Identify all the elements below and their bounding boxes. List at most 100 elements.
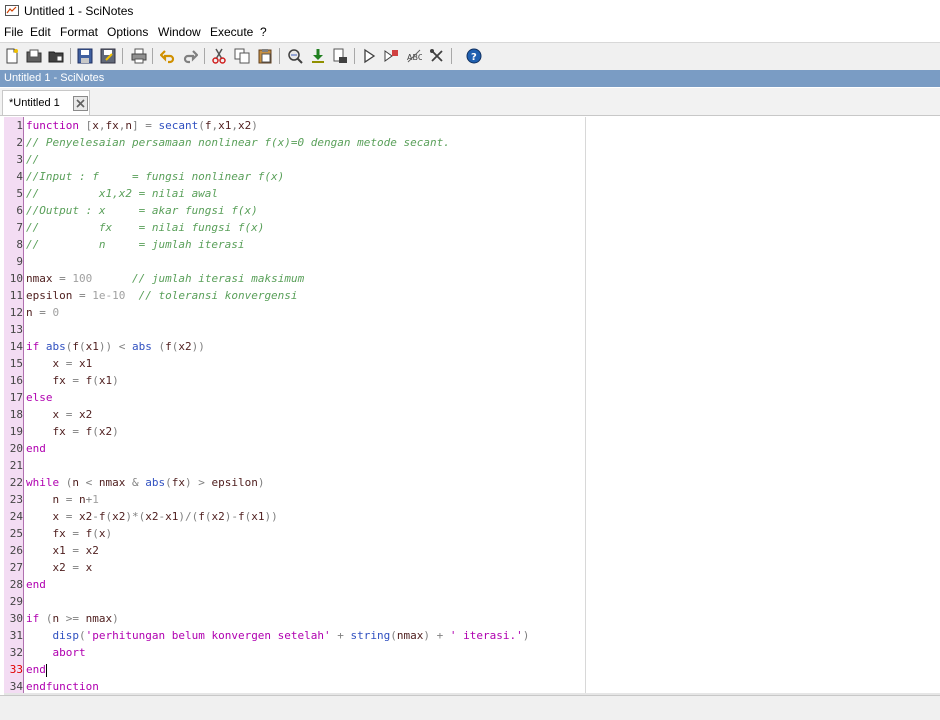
load-into-scilab-icon[interactable] bbox=[331, 47, 349, 65]
code-line[interactable]: else bbox=[26, 389, 53, 406]
code-line[interactable]: if abs(f(x1)) < abs (f(x2)) bbox=[26, 338, 205, 355]
code-line[interactable]: x = x2-f(x2)*(x2-x1)/(f(x2)-f(x1)) bbox=[26, 508, 278, 525]
copy-icon[interactable] bbox=[233, 47, 251, 65]
line-number-gutter: 1 2 3 4 5 6 7 8 9 10 11 12 13 14 15 16 17 18 19 20 21 22 23 24 2… bbox=[4, 117, 24, 693]
code-line[interactable]: fx = f(x2) bbox=[26, 423, 119, 440]
svg-text:?: ? bbox=[471, 52, 477, 63]
run-icon[interactable] bbox=[360, 47, 378, 65]
line-number: 17 bbox=[9, 391, 23, 404]
code-line[interactable]: nmax = 100 // jumlah iterasi maksimum bbox=[26, 270, 304, 287]
new-file-icon[interactable] bbox=[3, 47, 21, 65]
abc-icon[interactable]: ABC bbox=[405, 47, 423, 65]
code-line[interactable]: function [x,fx,n] = secant(f,x1,x2) bbox=[26, 117, 258, 134]
line-number: 27 bbox=[9, 561, 23, 574]
menu-execute[interactable]: Execute bbox=[210, 25, 253, 39]
code-line[interactable]: x2 = x bbox=[26, 559, 93, 576]
title-bar: Untitled 1 - SciNotes bbox=[0, 0, 940, 22]
code-area[interactable]: function [x,fx,n] = secant(f,x1,x2)// Pe… bbox=[26, 117, 581, 693]
right-margin-line bbox=[585, 117, 586, 693]
tab-strip: *Untitled 1 bbox=[0, 88, 940, 116]
line-number: 7 bbox=[16, 221, 23, 234]
line-number: 19 bbox=[9, 425, 23, 438]
line-number: 10 bbox=[9, 272, 23, 285]
line-number: 29 bbox=[9, 595, 23, 608]
document-title-bar: Untitled 1 - SciNotes bbox=[0, 70, 940, 87]
open-file-icon[interactable] bbox=[25, 47, 43, 65]
line-number: 8 bbox=[16, 238, 23, 251]
execute-file-icon[interactable] bbox=[309, 47, 327, 65]
code-line[interactable]: epsilon = 1e-10 // toleransi konvergensi bbox=[26, 287, 298, 304]
code-line[interactable]: // bbox=[26, 151, 39, 168]
close-tab-icon[interactable] bbox=[73, 96, 88, 111]
code-line[interactable]: // n = jumlah iterasi bbox=[26, 236, 245, 253]
print-icon[interactable] bbox=[130, 47, 148, 65]
line-number: 23 bbox=[9, 493, 23, 506]
tab-label: *Untitled 1 bbox=[9, 97, 60, 109]
code-line[interactable]: x = x1 bbox=[26, 355, 93, 372]
code-line[interactable]: fx = f(x1) bbox=[26, 372, 119, 389]
save-icon[interactable] bbox=[76, 47, 94, 65]
code-line[interactable]: n = n+1 bbox=[26, 491, 99, 508]
menu-format[interactable]: Format bbox=[60, 25, 98, 39]
line-number: 16 bbox=[9, 374, 23, 387]
code-line[interactable]: //Output : x = akar fungsi f(x) bbox=[26, 202, 258, 219]
toolbar: ABC ? bbox=[0, 42, 940, 71]
redo-icon[interactable] bbox=[181, 47, 199, 65]
code-line[interactable]: // x1,x2 = nilai awal bbox=[26, 185, 218, 202]
line-number: 15 bbox=[9, 357, 23, 370]
toolbar-separator bbox=[204, 48, 205, 64]
line-number: 20 bbox=[9, 442, 23, 455]
line-number: 32 bbox=[9, 646, 23, 659]
menu-file[interactable]: File bbox=[4, 25, 23, 39]
code-line[interactable]: x = x2 bbox=[26, 406, 93, 423]
paste-icon[interactable] bbox=[256, 47, 274, 65]
open-folder-icon[interactable] bbox=[47, 47, 65, 65]
tab-untitled-1[interactable]: *Untitled 1 bbox=[2, 90, 90, 115]
code-line[interactable]: end bbox=[26, 576, 46, 593]
code-line[interactable]: n = 0 bbox=[26, 304, 59, 321]
line-number: 26 bbox=[9, 544, 23, 557]
toolbar-separator bbox=[451, 48, 452, 64]
find-replace-icon[interactable] bbox=[286, 47, 304, 65]
line-number: 5 bbox=[16, 187, 23, 200]
scinotes-app-icon bbox=[5, 5, 19, 16]
line-number: 2 bbox=[16, 136, 23, 149]
line-number: 6 bbox=[16, 204, 23, 217]
line-number: 4 bbox=[16, 170, 23, 183]
code-line[interactable]: fx = f(x) bbox=[26, 525, 113, 542]
line-number: 12 bbox=[9, 306, 23, 319]
menu-edit[interactable]: Edit bbox=[30, 25, 51, 39]
code-editor[interactable]: 1 2 3 4 5 6 7 8 9 10 11 12 13 14 15 16 17 18 19 20 21 22 23 24 2… bbox=[0, 117, 940, 693]
line-number: 14 bbox=[9, 340, 23, 353]
run-selection-icon[interactable] bbox=[382, 47, 400, 65]
save-as-icon[interactable] bbox=[99, 47, 117, 65]
line-number: 3 bbox=[16, 153, 23, 166]
code-line[interactable]: end bbox=[26, 440, 46, 457]
code-line[interactable]: //Input : f = fungsi nonlinear f(x) bbox=[26, 168, 284, 185]
menu-options[interactable]: Options bbox=[107, 25, 148, 39]
settings-icon[interactable] bbox=[428, 47, 446, 65]
menu-bar: File Edit Format Options Window Execute … bbox=[0, 23, 940, 42]
code-line[interactable]: x1 = x2 bbox=[26, 542, 99, 559]
line-number: 31 bbox=[9, 629, 23, 642]
code-line[interactable]: // fx = nilai fungsi f(x) bbox=[26, 219, 264, 236]
code-line[interactable]: disp('perhitungan belum konvergen setela… bbox=[26, 627, 530, 644]
status-bar bbox=[0, 695, 940, 720]
toolbar-separator bbox=[70, 48, 71, 64]
line-number: 18 bbox=[9, 408, 23, 421]
line-number: 1 bbox=[16, 119, 23, 132]
menu-help[interactable]: ? bbox=[260, 25, 267, 39]
toolbar-separator bbox=[122, 48, 123, 64]
line-number: 28 bbox=[9, 578, 23, 591]
code-line[interactable]: end bbox=[26, 661, 47, 678]
code-line[interactable]: if (n >= nmax) bbox=[26, 610, 119, 627]
code-line[interactable]: while (n < nmax & abs(fx) > epsilon) bbox=[26, 474, 264, 491]
undo-icon[interactable] bbox=[159, 47, 177, 65]
text-caret bbox=[45, 663, 47, 677]
menu-window[interactable]: Window bbox=[158, 25, 201, 39]
code-line[interactable]: abort bbox=[26, 644, 86, 661]
code-line[interactable]: // Penyelesaian persamaan nonlinear f(x)… bbox=[26, 134, 450, 151]
help-icon[interactable]: ? bbox=[465, 47, 483, 65]
cut-icon[interactable] bbox=[210, 47, 228, 65]
line-number: 25 bbox=[9, 527, 23, 540]
